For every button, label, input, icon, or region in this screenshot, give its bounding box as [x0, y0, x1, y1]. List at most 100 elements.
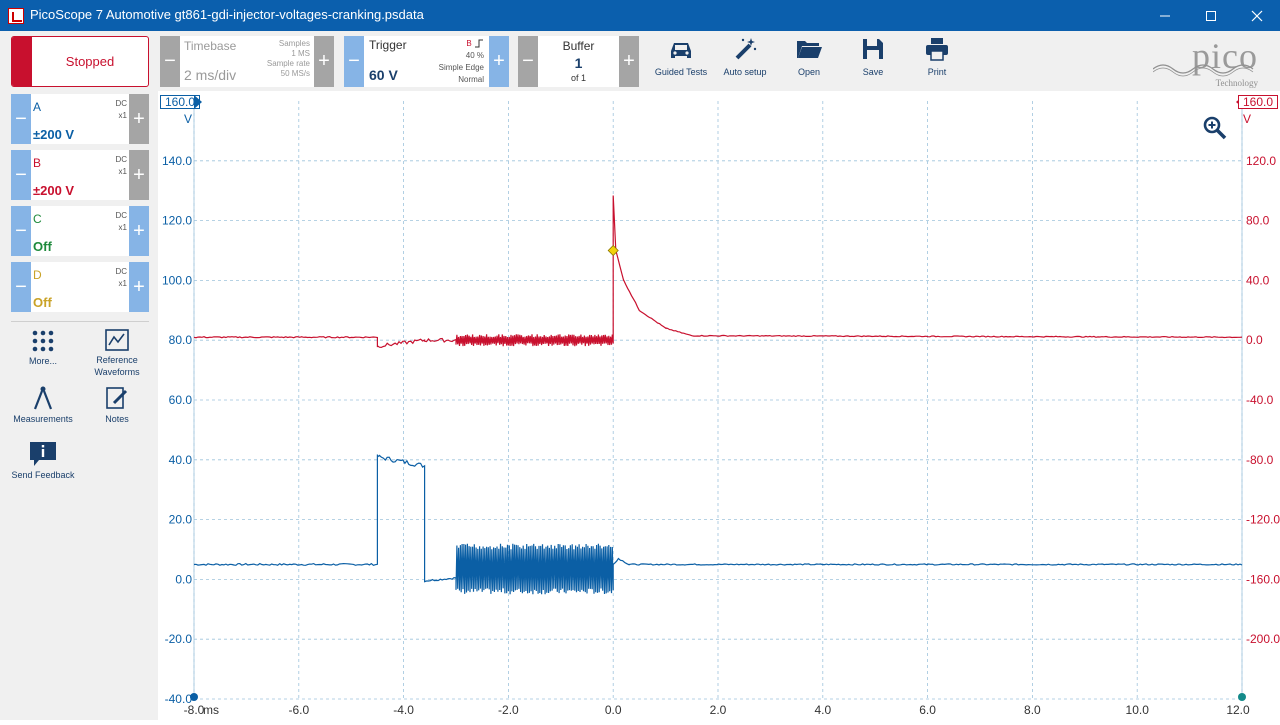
left-tick-label: 100.0	[162, 273, 192, 287]
print-label: Print	[927, 67, 947, 77]
x-tick-label: 2.0	[710, 703, 727, 717]
channel-a-increase-button[interactable]: +	[129, 94, 149, 144]
scope-plot[interactable]: 140.0 120.0 100.0 80.0 60.0 40.0 20.0 0.0 -20.0 -…	[158, 91, 1280, 720]
compass-icon	[33, 386, 53, 410]
right-axis-max-badge[interactable]: 160.0	[1237, 95, 1278, 109]
auto-setup-button[interactable]: Auto setup	[713, 35, 777, 87]
channel-c-decrease-button[interactable]: −	[11, 206, 31, 256]
close-button[interactable]	[1234, 0, 1280, 31]
reference-waveforms-label: Reference Waveforms	[94, 355, 140, 377]
left-tick-label: 0.0	[175, 572, 192, 586]
buffer-index[interactable]: 1	[538, 55, 619, 71]
channel-b-range[interactable]: ±200 V	[33, 183, 74, 198]
buffer-next-button[interactable]: +	[619, 36, 639, 87]
channel-c-name: C	[33, 212, 42, 226]
right-axis-labels: 120.0 80.0 40.0 0.0 -40.0 -80.0 -120.0 -160.0 -2…	[1246, 154, 1280, 646]
channel-b-increase-button[interactable]: +	[129, 150, 149, 200]
trigger-level[interactable]: 60 V	[369, 67, 398, 83]
save-label: Save	[862, 67, 884, 77]
x-tick-label: 0.0	[605, 703, 622, 717]
buffer-label: Buffer	[562, 39, 595, 53]
stop-indicator	[12, 37, 32, 86]
right-tick-label: -40.0	[1246, 393, 1274, 407]
channel-d-control: − D DC x1 Off +	[11, 262, 149, 312]
run-stop-button[interactable]: Stopped	[11, 36, 149, 87]
trigger-label: Trigger	[369, 38, 407, 52]
save-button[interactable]: Save	[841, 35, 905, 87]
logo-wave-icon	[1153, 64, 1254, 77]
channel-a-control: − A DC x1 ±200 V +	[11, 94, 149, 144]
channel-b-control: − B DC x1 ±200 V +	[11, 150, 149, 200]
buffer-count: of 1	[570, 73, 586, 83]
trigger-increase-button[interactable]: +	[489, 36, 509, 87]
notes-label: Notes	[105, 414, 129, 424]
x-axis-unit: ms	[203, 703, 219, 717]
picoscope-app-icon	[8, 8, 24, 24]
channel-d-range[interactable]: Off	[33, 295, 52, 310]
more-button[interactable]: More...	[11, 329, 75, 367]
trigger-position: 40 %	[465, 51, 484, 60]
channel-d-decrease-button[interactable]: −	[11, 262, 31, 312]
right-tick-label: -160.0	[1246, 572, 1280, 586]
folder-open-icon	[797, 41, 822, 58]
timebase-control: − Timebase 2 ms/div Samples 1 MS Sample …	[160, 36, 334, 87]
left-axis-unit: V	[184, 112, 193, 126]
samples-value: 1 MS	[291, 49, 310, 58]
x-tick-label: 8.0	[1024, 703, 1041, 717]
maximize-button[interactable]	[1188, 0, 1234, 31]
print-button[interactable]: Print	[905, 35, 969, 87]
feedback-bubble-icon	[30, 442, 56, 466]
open-label: Open	[797, 67, 821, 77]
buffer-previous-button[interactable]: −	[518, 36, 538, 87]
notes-button[interactable]: Notes	[85, 385, 149, 425]
run-status-label: Stopped	[65, 54, 115, 69]
x-tick-label: 6.0	[919, 703, 936, 717]
sidebar-divider	[11, 321, 149, 322]
more-label: More...	[28, 356, 57, 366]
measurements-button[interactable]: Measurements	[11, 385, 75, 425]
channel-b-name: B	[33, 156, 42, 170]
car-icon	[671, 43, 691, 58]
auto-setup-label: Auto setup	[723, 67, 767, 77]
send-feedback-button[interactable]: Send Feedback	[11, 441, 75, 481]
channel-a-range[interactable]: ±200 V	[33, 127, 74, 142]
left-axis-handle-icon[interactable]	[194, 95, 202, 109]
timebase-increase-button[interactable]: +	[314, 36, 334, 87]
right-tick-label: -200.0	[1246, 632, 1280, 646]
x-tick-label: 4.0	[814, 703, 831, 717]
toolbar: Stopped − Timebase 2 ms/div Samples 1 MS…	[0, 31, 1280, 91]
right-tick-label: 80.0	[1246, 214, 1270, 228]
zoom-icon[interactable]	[1202, 115, 1228, 141]
timebase-value[interactable]: 2 ms/div	[184, 67, 236, 83]
channel-d-increase-button[interactable]: +	[129, 262, 149, 312]
x-tick-label: -2.0	[498, 703, 519, 717]
reference-waveforms-button[interactable]: Reference Waveforms	[85, 328, 149, 378]
channel-d-name: D	[33, 268, 42, 282]
timebase-label: Timebase	[184, 39, 237, 53]
sampling-info: Samples 1 MS Sample rate 50 MS/s	[267, 39, 310, 79]
x-tick-label: -4.0	[393, 703, 414, 717]
trigger-type: Simple Edge	[438, 63, 484, 72]
channel-a-decrease-button[interactable]: −	[11, 94, 31, 144]
channel-c-range[interactable]: Off	[33, 239, 52, 254]
x-tick-label: -8.0	[184, 703, 205, 717]
trigger-decrease-button[interactable]: −	[344, 36, 364, 87]
trigger-mode: Normal	[458, 75, 484, 84]
minimize-button[interactable]	[1142, 0, 1188, 31]
left-tick-label: -20.0	[165, 632, 193, 646]
guided-tests-button[interactable]: Guided Tests	[649, 35, 713, 87]
left-axis-labels: 140.0120.0100.080.060.040.020.00.0-20.0-…	[162, 154, 192, 706]
channel-c-increase-button[interactable]: +	[129, 206, 149, 256]
sample-rate-label: Sample rate	[266, 59, 310, 68]
channel-b-decrease-button[interactable]: −	[11, 150, 31, 200]
x-tick-label: -6.0	[288, 703, 309, 717]
open-button[interactable]: Open	[777, 35, 841, 87]
timebase-decrease-button[interactable]: −	[160, 36, 180, 87]
scope-view[interactable]: 140.0 120.0 100.0 80.0 60.0 40.0 20.0 0.0 -20.0 -…	[158, 91, 1280, 720]
right-tick-label: -80.0	[1246, 453, 1274, 467]
right-tick-label: -120.0	[1246, 513, 1280, 527]
right-tick-label: 0.0	[1246, 333, 1263, 347]
channel-a-name: A	[33, 100, 42, 114]
right-tick-label: 40.0	[1246, 273, 1270, 287]
grid-dots-icon	[32, 330, 54, 352]
